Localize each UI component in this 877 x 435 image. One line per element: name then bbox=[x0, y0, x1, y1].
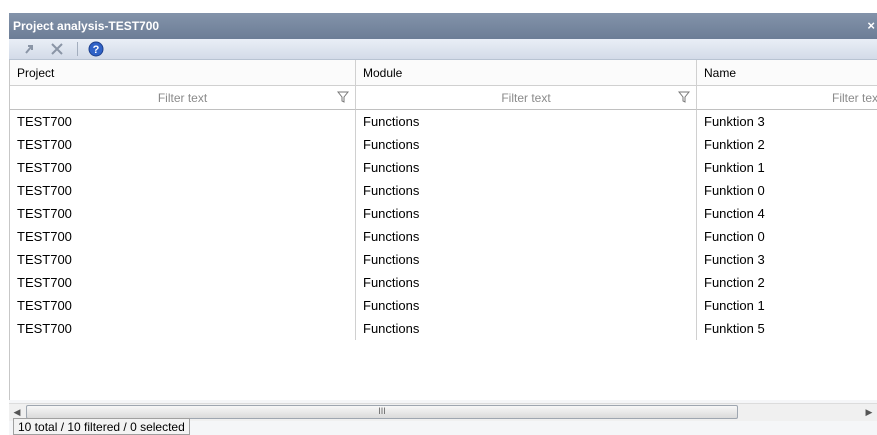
cell-project: TEST700 bbox=[10, 202, 356, 225]
scrollbar-thumb[interactable]: III bbox=[26, 405, 738, 419]
cell-name: Function 3 bbox=[704, 252, 765, 267]
filter-funnel-icon[interactable] bbox=[337, 91, 349, 103]
table-row[interactable]: TEST700 Functions Funktion 1 bbox=[10, 156, 877, 179]
column-header-name[interactable]: Name bbox=[697, 60, 877, 86]
table-row[interactable]: TEST700 Functions Funktion 0 bbox=[10, 179, 877, 202]
cell-module: Functions bbox=[356, 156, 697, 179]
table-row[interactable]: TEST700 Functions Function 0 bbox=[10, 225, 877, 248]
table-row[interactable]: TEST700 Functions Function 4 bbox=[10, 202, 877, 225]
title-bar: Project analysis-TEST700 × bbox=[9, 13, 877, 39]
cell-project: TEST700 bbox=[10, 225, 356, 248]
table-row[interactable]: TEST700 Functions Function 3 bbox=[10, 248, 877, 271]
filter-placeholder: Filter tex bbox=[831, 91, 877, 105]
toolbar-separator bbox=[77, 42, 78, 56]
table-row[interactable]: TEST700 Functions Funktion 3 bbox=[10, 110, 877, 133]
svg-text:?: ? bbox=[93, 44, 100, 56]
scroll-right-button[interactable]: ▶ bbox=[861, 404, 877, 421]
toolbar: ? bbox=[9, 39, 877, 60]
column-header-module[interactable]: Module bbox=[356, 60, 697, 86]
column-header-project[interactable]: Project bbox=[10, 60, 356, 86]
results-grid: Project Module Name Filter text Filter t… bbox=[9, 60, 877, 400]
cell-project: TEST700 bbox=[10, 271, 356, 294]
table-row[interactable]: TEST700 Functions Function 1 bbox=[10, 294, 877, 317]
cell-module: Functions bbox=[356, 271, 697, 294]
table-row[interactable]: TEST700 Functions Function 2 bbox=[10, 271, 877, 294]
cell-project: TEST700 bbox=[10, 156, 356, 179]
filter-input-name[interactable]: Filter tex bbox=[697, 86, 877, 110]
cell-module: Functions bbox=[356, 179, 697, 202]
cell-project: TEST700 bbox=[10, 317, 356, 340]
cell-module: Functions bbox=[356, 133, 697, 156]
filter-funnel-icon[interactable] bbox=[678, 91, 690, 103]
cell-module: Functions bbox=[356, 317, 697, 340]
jump-to-button[interactable] bbox=[21, 40, 37, 58]
cell-name: Function 2 bbox=[704, 275, 765, 290]
cell-project: TEST700 bbox=[10, 294, 356, 317]
cell-name: Funktion 2 bbox=[704, 137, 765, 152]
cell-module: Functions bbox=[356, 248, 697, 271]
cell-name: Function 0 bbox=[704, 229, 765, 244]
cell-name: Funktion 3 bbox=[704, 114, 765, 129]
cell-project: TEST700 bbox=[10, 179, 356, 202]
status-bar: 10 total / 10 filtered / 0 selected bbox=[13, 418, 190, 435]
cell-module: Functions bbox=[356, 110, 697, 133]
close-button[interactable]: × bbox=[867, 13, 875, 39]
cell-name: Function 1 bbox=[704, 298, 765, 313]
window-title: Project analysis-TEST700 bbox=[13, 19, 160, 33]
delete-icon bbox=[51, 43, 63, 55]
table-row[interactable]: TEST700 Functions Funktion 5 bbox=[10, 317, 877, 340]
project-analysis-window: Project analysis-TEST700 × ? Project Mod… bbox=[9, 13, 877, 435]
filter-placeholder: Filter text bbox=[501, 91, 551, 105]
scrollbar-grip: III bbox=[378, 406, 386, 416]
cell-name: Funktion 0 bbox=[704, 183, 765, 198]
cell-module: Functions bbox=[356, 225, 697, 248]
help-icon: ? bbox=[88, 41, 104, 57]
filter-input-module[interactable]: Filter text bbox=[356, 86, 697, 110]
cell-name: Funktion 1 bbox=[704, 160, 765, 175]
cell-name: Funktion 5 bbox=[704, 321, 765, 336]
arrow-icon bbox=[25, 45, 33, 54]
cell-project: TEST700 bbox=[10, 110, 356, 133]
cell-module: Functions bbox=[356, 294, 697, 317]
delete-button[interactable] bbox=[49, 40, 65, 58]
filter-placeholder: Filter text bbox=[157, 91, 208, 105]
table-row[interactable]: TEST700 Functions Funktion 2 bbox=[10, 133, 877, 156]
filter-input-project[interactable]: Filter text bbox=[10, 86, 356, 110]
cell-name: Function 4 bbox=[704, 206, 765, 221]
cell-project: TEST700 bbox=[10, 133, 356, 156]
help-button[interactable]: ? bbox=[87, 40, 105, 58]
cell-module: Functions bbox=[356, 202, 697, 225]
cell-project: TEST700 bbox=[10, 248, 356, 271]
